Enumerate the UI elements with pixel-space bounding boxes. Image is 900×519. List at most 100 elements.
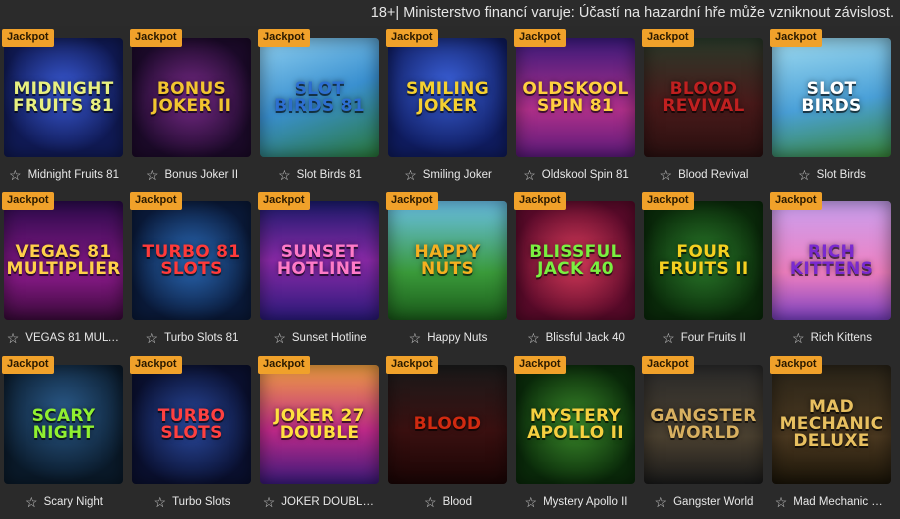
game-thumbnail[interactable]: Oldskool Spin 81 xyxy=(516,38,635,157)
game-tile[interactable]: Mad Mechanic Deluxe Jackpot ☆ Mad Mechanic … xyxy=(770,356,894,519)
game-thumbnail[interactable]: Blissful Jack 40 xyxy=(516,201,635,320)
game-thumbnail[interactable]: Smiling Joker xyxy=(388,38,507,157)
star-outline-icon[interactable]: ☆ xyxy=(25,495,38,509)
game-logo-art: Slot Birds xyxy=(801,78,862,116)
game-name[interactable]: Bonus Joker II xyxy=(165,169,239,181)
game-name[interactable]: Smiling Joker xyxy=(423,169,492,181)
jackpot-badge: Jackpot xyxy=(642,192,694,210)
game-tile[interactable]: Blissful Jack 40 Jackpot ☆ Blissful Jack 40 xyxy=(514,192,638,355)
game-tile[interactable]: Vegas 81 Multiplier Jackpot ☆ VEGAS 81 MULT… xyxy=(2,192,126,355)
star-outline-icon[interactable]: ☆ xyxy=(263,495,276,509)
game-tile[interactable]: Blood Jackpot ☆ Blood xyxy=(386,356,510,519)
jackpot-badge: Jackpot xyxy=(770,356,822,374)
star-outline-icon[interactable]: ☆ xyxy=(655,495,668,509)
game-thumbnail[interactable]: Happy Nuts xyxy=(388,201,507,320)
game-name[interactable]: Blissful Jack 40 xyxy=(546,332,625,344)
game-tile[interactable]: Turbo Slots Jackpot ☆ Turbo Slots xyxy=(130,356,254,519)
game-tile[interactable]: Slot Birds 81 Jackpot ☆ Slot Birds 81 xyxy=(258,29,382,192)
game-logo-art: Sunset Hotline xyxy=(276,241,363,279)
game-name[interactable]: Oldskool Spin 81 xyxy=(542,169,629,181)
game-name[interactable]: Sunset Hotline xyxy=(292,332,367,344)
game-logo-art: Midnight Fruits 81 xyxy=(13,78,114,116)
game-name[interactable]: VEGAS 81 MULTIPLIER xyxy=(25,332,121,344)
game-name[interactable]: Happy Nuts xyxy=(427,332,487,344)
game-thumbnail[interactable]: Bonus Joker II xyxy=(132,38,251,157)
game-tile[interactable]: Four Fruits II Jackpot ☆ Four Fruits II xyxy=(642,192,766,355)
game-tile[interactable]: Smiling Joker Jackpot ☆ Smiling Joker xyxy=(386,29,510,192)
game-thumbnail[interactable]: Gangster World xyxy=(644,365,763,484)
star-outline-icon[interactable]: ☆ xyxy=(527,331,540,345)
game-name[interactable]: Turbo Slots xyxy=(172,496,230,508)
game-name[interactable]: Scary Night xyxy=(44,496,103,508)
game-name[interactable]: Four Fruits II xyxy=(681,332,746,344)
star-outline-icon[interactable]: ☆ xyxy=(7,331,20,345)
game-thumbnail[interactable]: Joker 27 Double xyxy=(260,365,379,484)
game-thumbnail[interactable]: Blood Revival xyxy=(644,38,763,157)
game-thumbnail[interactable]: Blood xyxy=(388,365,507,484)
game-tile[interactable]: Scary Night Jackpot ☆ Scary Night xyxy=(2,356,126,519)
game-logo-art: Oldskool Spin 81 xyxy=(522,78,629,116)
jackpot-badge: Jackpot xyxy=(258,29,310,47)
star-outline-icon[interactable]: ☆ xyxy=(146,168,159,182)
game-thumbnail[interactable]: Scary Night xyxy=(4,365,123,484)
game-logo-art: Turbo Slots xyxy=(157,405,226,443)
star-outline-icon[interactable]: ☆ xyxy=(523,168,536,182)
jackpot-badge: Jackpot xyxy=(386,356,438,374)
game-thumbnail[interactable]: Mad Mechanic Deluxe xyxy=(772,365,891,484)
game-name[interactable]: Gangster World xyxy=(673,496,753,508)
star-outline-icon[interactable]: ☆ xyxy=(409,331,422,345)
game-thumbnail[interactable]: Mystery Apollo II xyxy=(516,365,635,484)
game-thumbnail[interactable]: Vegas 81 Multiplier xyxy=(4,201,123,320)
game-thumbnail[interactable]: Sunset Hotline xyxy=(260,201,379,320)
game-tile[interactable]: Bonus Joker II Jackpot ☆ Bonus Joker II xyxy=(130,29,254,192)
star-outline-icon[interactable]: ☆ xyxy=(424,495,437,509)
game-thumbnail[interactable]: Four Fruits II xyxy=(644,201,763,320)
game-tile[interactable]: Rich Kittens Jackpot ☆ Rich Kittens xyxy=(770,192,894,355)
game-name[interactable]: Midnight Fruits 81 xyxy=(28,169,119,181)
star-outline-icon[interactable]: ☆ xyxy=(798,168,811,182)
star-outline-icon[interactable]: ☆ xyxy=(792,331,805,345)
game-tile[interactable]: Sunset Hotline Jackpot ☆ Sunset Hotline xyxy=(258,192,382,355)
game-thumbnail[interactable]: Turbo Slots xyxy=(132,365,251,484)
star-outline-icon[interactable]: ☆ xyxy=(278,168,291,182)
game-thumbnail[interactable]: Rich Kittens xyxy=(772,201,891,320)
star-outline-icon[interactable]: ☆ xyxy=(146,331,159,345)
jackpot-badge: Jackpot xyxy=(258,356,310,374)
game-name[interactable]: Turbo Slots 81 xyxy=(164,332,238,344)
game-tile[interactable]: Joker 27 Double Jackpot ☆ JOKER DOUBLE 27 xyxy=(258,356,382,519)
game-name[interactable]: Mad Mechanic Deluxe xyxy=(793,496,889,508)
game-tile[interactable]: Slot Birds Jackpot ☆ Slot Birds xyxy=(770,29,894,192)
game-name[interactable]: JOKER DOUBLE 27 xyxy=(281,496,377,508)
star-outline-icon[interactable]: ☆ xyxy=(9,168,22,182)
game-thumbnail[interactable]: Midnight Fruits 81 xyxy=(4,38,123,157)
game-tile[interactable]: Mystery Apollo II Jackpot ☆ Mystery Apollo … xyxy=(514,356,638,519)
game-name[interactable]: Rich Kittens xyxy=(811,332,872,344)
jackpot-badge: Jackpot xyxy=(130,192,182,210)
game-logo-art: Gangster World xyxy=(650,405,757,443)
star-outline-icon[interactable]: ☆ xyxy=(273,331,286,345)
star-outline-icon[interactable]: ☆ xyxy=(775,495,788,509)
game-thumbnail[interactable]: Slot Birds 81 xyxy=(260,38,379,157)
game-label-row: ☆ VEGAS 81 MULTIPLIER xyxy=(2,328,126,348)
game-tile[interactable]: Midnight Fruits 81 Jackpot ☆ Midnight Fruit… xyxy=(2,29,126,192)
jackpot-badge: Jackpot xyxy=(2,192,54,210)
star-outline-icon[interactable]: ☆ xyxy=(660,168,673,182)
game-tile[interactable]: Turbo 81 Slots Jackpot ☆ Turbo Slots 81 xyxy=(130,192,254,355)
game-name[interactable]: Slot Birds 81 xyxy=(297,169,362,181)
game-name[interactable]: Slot Birds xyxy=(817,169,866,181)
game-tile[interactable]: Oldskool Spin 81 Jackpot ☆ Oldskool Spin 81 xyxy=(514,29,638,192)
jackpot-badge: Jackpot xyxy=(130,29,182,47)
star-outline-icon[interactable]: ☆ xyxy=(662,331,675,345)
game-label-row: ☆ Midnight Fruits 81 xyxy=(2,165,126,185)
star-outline-icon[interactable]: ☆ xyxy=(404,168,417,182)
game-name[interactable]: Blood Revival xyxy=(678,169,748,181)
game-thumbnail[interactable]: Turbo 81 Slots xyxy=(132,201,251,320)
game-name[interactable]: Mystery Apollo II xyxy=(543,496,627,508)
game-tile[interactable]: Blood Revival Jackpot ☆ Blood Revival xyxy=(642,29,766,192)
star-outline-icon[interactable]: ☆ xyxy=(525,495,538,509)
star-outline-icon[interactable]: ☆ xyxy=(154,495,167,509)
game-name[interactable]: Blood xyxy=(443,496,472,508)
game-tile[interactable]: Happy Nuts Jackpot ☆ Happy Nuts xyxy=(386,192,510,355)
game-thumbnail[interactable]: Slot Birds xyxy=(772,38,891,157)
game-tile[interactable]: Gangster World Jackpot ☆ Gangster World xyxy=(642,356,766,519)
